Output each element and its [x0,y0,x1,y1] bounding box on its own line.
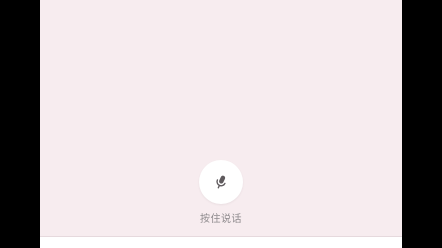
hold-to-talk-button[interactable] [199,160,243,204]
hold-to-talk-label: 按住说话 [200,214,242,225]
microphone-icon [216,175,226,189]
bottom-bar [40,237,402,248]
screen-letterbox: 按住说话 [0,0,442,248]
voice-input-panel: 按住说话 [40,0,402,248]
